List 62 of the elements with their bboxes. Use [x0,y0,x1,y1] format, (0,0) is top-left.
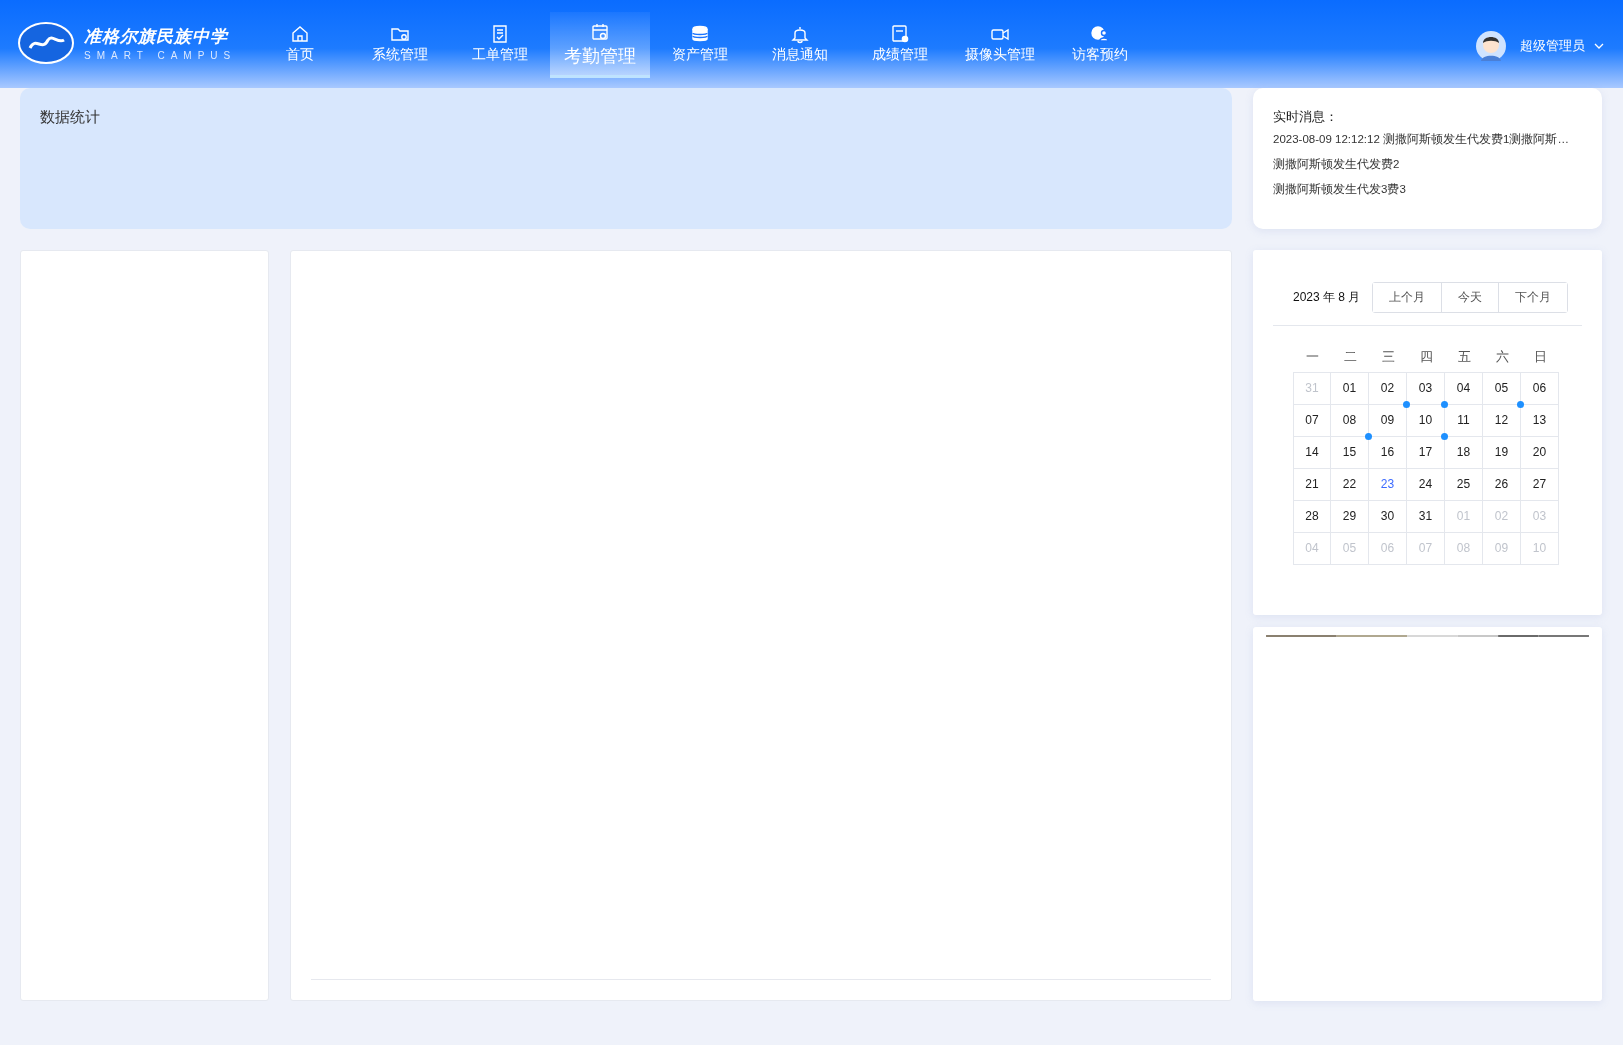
calendar-day[interactable]: 13 [1521,405,1559,437]
calendar-day[interactable]: 12 [1483,405,1521,437]
message-title: 实时消息： [1273,108,1339,126]
user-menu[interactable]: 超级管理员 [1520,37,1605,55]
calendar-day[interactable]: 30 [1369,501,1407,533]
calendar-day[interactable]: 17 [1407,437,1445,469]
calendar-day[interactable]: 07 [1293,405,1331,437]
nav-tab[interactable]: 访客预约 [1050,12,1150,78]
calendar-day[interactable]: 23 [1369,469,1407,501]
school-name: 准格尔旗民族中学 [84,26,230,48]
calendar-day[interactable]: 09 [1369,405,1407,437]
calendar-day[interactable]: 28 [1293,501,1331,533]
school-subtitle: SMART CAMPUS [84,50,237,61]
calendar-day[interactable]: 27 [1521,469,1559,501]
calendar-day[interactable]: 20 [1521,437,1559,469]
calendar-day[interactable]: 29 [1331,501,1369,533]
nav-tab[interactable]: 系统管理 [350,12,450,78]
calendar-day[interactable]: 06 [1521,372,1559,405]
school-emblem-icon [18,22,74,64]
weekday-label: 一 [1304,349,1320,366]
calendar-day[interactable]: 16 [1369,437,1407,469]
calendar-day[interactable]: 24 [1407,469,1445,501]
nav-tab[interactable]: 资产管理 [650,12,750,78]
calendar-day[interactable]: 15 [1331,437,1369,469]
person-icon [1090,24,1110,44]
calendar-day[interactable]: 26 [1483,469,1521,501]
calendar-day[interactable]: 21 [1293,469,1331,501]
coin-stack-icon [690,24,710,44]
calendar-nav-button[interactable]: 上个月 [1373,283,1443,312]
calendar-month: 2023 年 8 月 [1293,289,1361,306]
weekday-label: 二 [1342,349,1358,366]
weekday-label: 日 [1532,349,1548,366]
calendar-day[interactable]: 14 [1293,437,1331,469]
message-item: 2023-08-09 12:12:12 测撒阿斯顿发生代发费1测撒阿斯… [1273,132,1570,147]
calendar-day[interactable]: 10 [1407,405,1445,437]
calendar-day[interactable]: 08 [1331,405,1369,437]
calendar-day[interactable]: 05 [1483,372,1521,405]
weekday-label: 三 [1380,349,1396,366]
avatar-icon[interactable] [1476,31,1506,61]
message-item: 测撒阿斯顿发生代发费2 [1273,157,1401,172]
weekday-label: 六 [1494,349,1510,366]
weekday-label: 五 [1456,349,1472,366]
scoreboard-icon [890,24,910,44]
document-check-icon [490,24,510,44]
calendar-day[interactable]: 18 [1445,437,1483,469]
calendar-day[interactable]: 03 [1407,372,1445,405]
calendar-day[interactable]: 25 [1445,469,1483,501]
bell-icon [790,24,810,44]
calendar-day[interactable]: 01 [1331,372,1369,405]
calendar-day[interactable]: 04 [1445,372,1483,405]
calendar-day[interactable]: 11 [1445,405,1483,437]
calendar-day[interactable]: 31 [1407,501,1445,533]
message-item: 测撒阿斯顿发生代发3费3 [1273,182,1407,197]
calendar-clock-icon [590,22,610,42]
calendar-day[interactable]: 22 [1331,469,1369,501]
calendar-day[interactable]: 02 [1369,372,1407,405]
nav-tab[interactable]: 摄像头管理 [950,12,1050,78]
home-icon [290,24,310,44]
weekday-label: 四 [1418,349,1434,366]
calendar-day[interactable]: 19 [1483,437,1521,469]
stats-title: 数据统计 [40,108,100,125]
nav-tab[interactable]: 工单管理 [450,12,550,78]
